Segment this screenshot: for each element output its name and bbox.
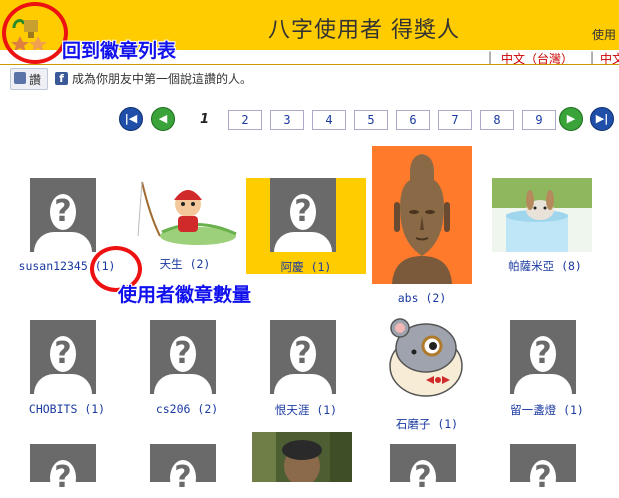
lang-separator: |	[590, 50, 595, 64]
avatar-placeholder-icon: ?	[30, 320, 96, 394]
avatar-placeholder-icon[interactable]: ?	[30, 444, 96, 496]
user-link[interactable]: 使用	[592, 26, 616, 43]
page-link[interactable]: 3	[270, 110, 304, 130]
user-card[interactable]: ? 留一盞燈 (1)	[488, 320, 606, 420]
avatar-hamster-image	[376, 312, 476, 402]
user-card[interactable]: ? cs206 (2)	[128, 320, 246, 420]
avatar-buddha-image	[372, 146, 472, 284]
facebook-icon: f	[55, 72, 68, 85]
language-bar: | 中文（台灣） | 中文	[0, 50, 619, 67]
user-name-link[interactable]: 留一盞燈 (1)	[488, 402, 606, 418]
user-card[interactable]: 帕薩米亞 (8)	[486, 178, 604, 278]
user-name-link[interactable]: 天生 (2)	[126, 256, 244, 272]
next-page-button[interactable]: ▶	[559, 107, 583, 131]
page-link[interactable]: 8	[480, 110, 514, 130]
avatar-fisher-image	[132, 176, 240, 250]
page-title: 八字使用者 得獎人	[268, 18, 460, 43]
user-card-highlighted[interactable]: ? 阿慶 (1)	[246, 178, 366, 274]
lang-link-zh-tw[interactable]: 中文（台灣）	[501, 50, 573, 67]
page-link[interactable]: 9	[522, 110, 556, 130]
user-card[interactable]: ? CHOBITS (1)	[8, 320, 126, 420]
avatar-placeholder-icon[interactable]: ?	[510, 444, 576, 496]
avatar-placeholder-icon[interactable]: ?	[150, 444, 216, 496]
last-page-button[interactable]: ▶|	[590, 107, 614, 131]
user-name-link[interactable]: abs (2)	[372, 291, 472, 305]
current-page: 1	[200, 112, 210, 127]
avatar-rabbit-image	[492, 178, 592, 252]
page-link[interactable]: 4	[312, 110, 346, 130]
lang-separator: |	[488, 50, 493, 64]
facebook-prompt: 成為你朋友中第一個說這讚的人。	[72, 72, 253, 86]
thumbs-up-icon	[14, 72, 26, 84]
user-card[interactable]: 石磨子 (1)	[368, 312, 486, 432]
page-link[interactable]: 5	[354, 110, 388, 130]
page-link[interactable]: 2	[228, 110, 262, 130]
user-card[interactable]: ? 恨天涯 (1)	[246, 320, 366, 420]
facebook-like-button[interactable]: 讚	[10, 68, 48, 90]
lang-link-zh[interactable]: 中文	[600, 50, 619, 67]
avatar-placeholder-icon: ?	[30, 178, 96, 252]
avatar-placeholder-icon: ?	[510, 320, 576, 394]
page-link[interactable]: 7	[438, 110, 472, 130]
page-link[interactable]: 6	[396, 110, 430, 130]
user-card[interactable]: abs (2)	[372, 146, 472, 308]
user-name-link[interactable]: 阿慶 (1)	[246, 259, 366, 275]
avatar-photo-image[interactable]	[252, 432, 352, 486]
prev-page-button[interactable]: ◀	[151, 107, 175, 131]
avatar-placeholder-icon: ?	[150, 320, 216, 394]
user-name-link[interactable]: 恨天涯 (1)	[246, 402, 366, 418]
avatar-placeholder-icon: ?	[270, 178, 336, 252]
annotation-count-label: 使用者徽章數量	[118, 284, 252, 306]
user-name-link[interactable]: 石磨子 (1)	[368, 416, 486, 432]
avatar-placeholder-icon[interactable]: ?	[390, 444, 456, 496]
like-label: 讚	[29, 73, 42, 87]
avatar-placeholder-icon: ?	[270, 320, 336, 394]
user-name-link[interactable]: CHOBITS (1)	[8, 402, 126, 416]
first-page-button[interactable]: |◀	[119, 107, 143, 131]
user-card[interactable]: 天生 (2)	[126, 176, 244, 276]
user-name-link[interactable]: cs206 (2)	[128, 402, 246, 416]
user-name-link[interactable]: 帕薩米亞 (8)	[486, 258, 604, 274]
